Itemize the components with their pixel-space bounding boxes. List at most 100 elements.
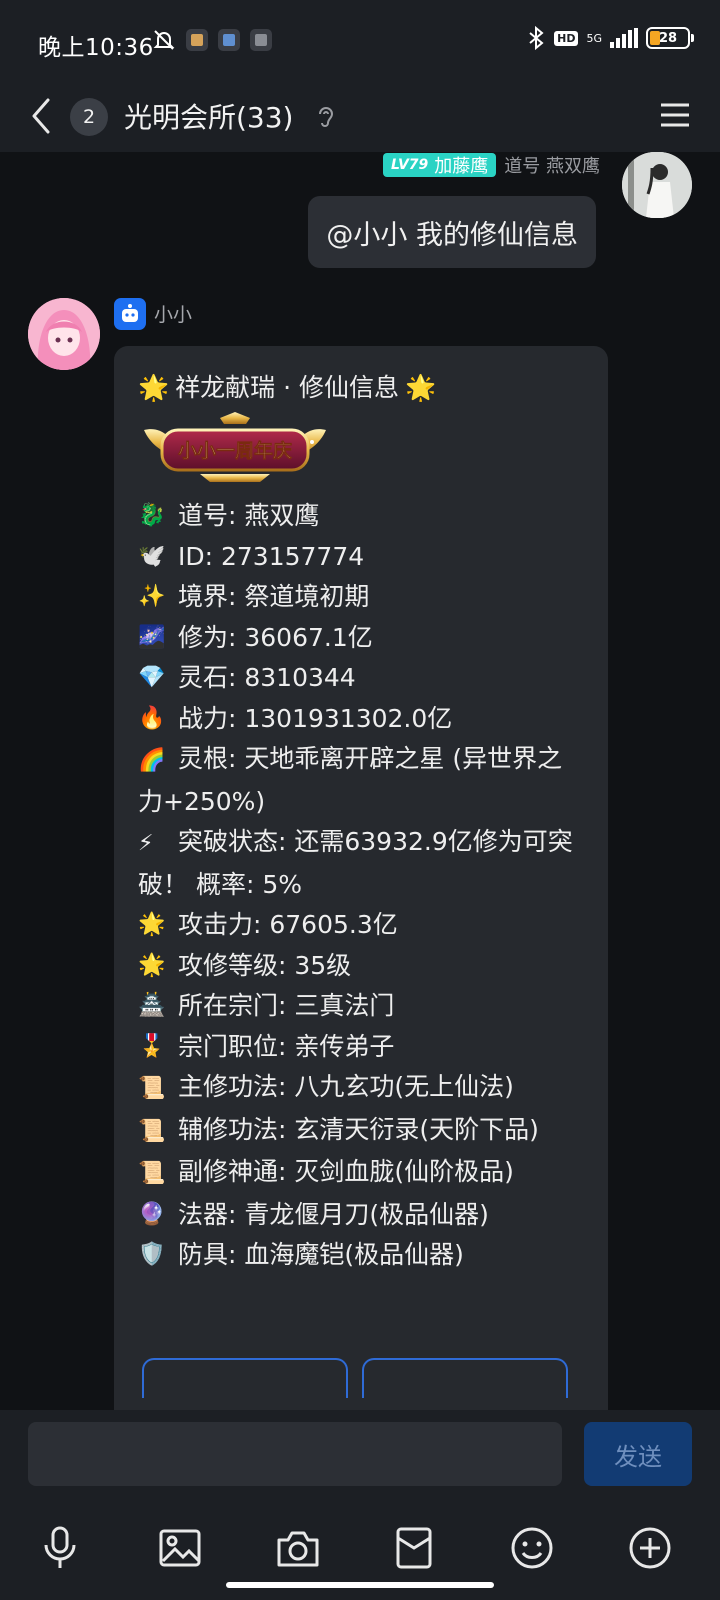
info-text: 法器: 青龙偃月刀(极品仙器) bbox=[178, 1199, 489, 1229]
bot-action-button[interactable] bbox=[362, 1358, 568, 1398]
message-input[interactable] bbox=[28, 1422, 562, 1486]
emoji-button[interactable] bbox=[506, 1522, 558, 1574]
bot-name[interactable]: 小小 bbox=[154, 300, 192, 327]
info-line-breakthrough: ⚡ 突破状态: 还需63932.9亿修为可突破！ 概率: 5% bbox=[138, 822, 586, 905]
info-text: 宗门职位: 亲传弟子 bbox=[178, 1031, 395, 1061]
cultivation-info-list: 🐉 道号: 燕双鹰 🕊️ ID: 273157774 ✨ 境界: 祭道境初期 🌌 修为:… bbox=[138, 496, 586, 1276]
menu-button[interactable] bbox=[658, 98, 692, 132]
info-line-main-technique: 📜 主修功法: 八九玄功(无上仙法) bbox=[138, 1067, 586, 1110]
bluetooth-icon bbox=[529, 26, 544, 50]
self-avatar[interactable] bbox=[622, 152, 692, 218]
medal-icon: 🎖️ bbox=[138, 1033, 166, 1059]
anime-girl-avatar bbox=[28, 298, 100, 370]
bell-muted-icon bbox=[153, 30, 175, 50]
star-icon: 🌟 bbox=[138, 952, 166, 978]
crystal-ball-icon: 🔮 bbox=[138, 1201, 166, 1227]
info-text: ID: 273157774 bbox=[178, 541, 365, 571]
message-composer: 发送 bbox=[0, 1410, 720, 1600]
info-line-realm: ✨ 境界: 祭道境初期 bbox=[138, 577, 586, 618]
scroll-icon: 📜 bbox=[138, 1118, 166, 1144]
info-line-spirit-root: 🌈 灵根: 天地乖离开辟之星 (异世界之力+250%) bbox=[138, 739, 586, 822]
fire-icon: 🔥 bbox=[138, 705, 166, 731]
chevron-left-icon bbox=[32, 98, 50, 134]
lightning-icon: ⚡ bbox=[138, 831, 154, 856]
info-text: 辅修功法: 玄清天衍录(天阶下品) bbox=[178, 1114, 539, 1144]
network-type: 5G bbox=[586, 31, 602, 45]
star-icon: 🌟 bbox=[138, 912, 166, 937]
banner-text: 小小一周年庆 bbox=[178, 439, 292, 462]
unread-count-badge[interactable]: 2 bbox=[70, 98, 108, 136]
info-line-sect: 🏯 所在宗门: 三真法门 bbox=[138, 986, 586, 1027]
info-text: 境界: 祭道境初期 bbox=[178, 582, 370, 611]
level-tag: LV79 加藤鹰 bbox=[382, 153, 497, 177]
home-indicator[interactable] bbox=[226, 1582, 494, 1588]
sparkles-icon: ✨ bbox=[138, 584, 166, 609]
microphone-icon bbox=[44, 1526, 76, 1568]
camera-icon bbox=[277, 1531, 319, 1567]
info-text: 攻修等级: 35级 bbox=[178, 950, 352, 980]
self-sender-line: LV79 加藤鹰 道号 燕双鹰 bbox=[382, 152, 600, 178]
scroll-icon: 📜 bbox=[138, 1076, 166, 1101]
camera-button[interactable] bbox=[272, 1522, 324, 1574]
plus-circle-icon bbox=[629, 1527, 671, 1569]
back-button[interactable] bbox=[22, 94, 62, 138]
info-line-sect-position: 🎖️ 宗门职位: 亲传弟子 bbox=[138, 1027, 586, 1068]
info-text: 修为: 36067.1亿 bbox=[178, 622, 373, 652]
battery-icon: 28 bbox=[646, 27, 694, 49]
rainbow-icon: 🌈 bbox=[138, 748, 166, 773]
status-left-icons bbox=[152, 28, 272, 52]
hd-badge: HD bbox=[554, 30, 579, 46]
dragon-icon: 🐉 bbox=[138, 503, 166, 528]
info-line-daohao: 🐉 道号: 燕双鹰 bbox=[138, 496, 586, 537]
send-button[interactable]: 发送 bbox=[584, 1422, 692, 1486]
status-right: HD 5G 28 bbox=[526, 26, 694, 50]
avatar-figure bbox=[622, 152, 692, 218]
info-text: 所在宗门: 三真法门 bbox=[178, 991, 395, 1020]
anniversary-banner: 小小一周年庆 bbox=[144, 412, 326, 482]
more-button[interactable] bbox=[624, 1522, 676, 1574]
battery-level: 28 bbox=[658, 30, 678, 46]
info-text: 战力: 1301931302.0亿 bbox=[178, 703, 453, 733]
sender-title: 道号 燕双鹰 bbox=[504, 156, 600, 177]
composer-toolbar bbox=[0, 1522, 720, 1582]
bot-avatar[interactable] bbox=[28, 298, 100, 370]
self-message-bubble[interactable]: @小小 我的修仙信息 bbox=[308, 196, 596, 268]
level-value: LV79 bbox=[390, 157, 429, 173]
info-line-spirit-stone: 💎 灵石: 8310344 bbox=[138, 658, 586, 699]
notification-app-icon bbox=[218, 29, 240, 51]
chat-title[interactable]: 光明会所(33) bbox=[124, 96, 293, 136]
gem-icon: 💎 bbox=[138, 665, 166, 690]
notification-app-icon bbox=[250, 29, 272, 51]
red-packet-button[interactable] bbox=[388, 1522, 440, 1574]
chat-message-list[interactable]: LV79 加藤鹰 道号 燕双鹰 @小小 我的修仙信息 小小 🌟 祥龙献瑞 · 修… bbox=[0, 152, 720, 1410]
info-line-aux-technique: 📜 辅修功法: 玄清天衍录(天阶下品) bbox=[138, 1110, 586, 1153]
info-text: 灵石: 8310344 bbox=[178, 663, 356, 692]
bot-message-bubble[interactable]: 🌟 祥龙献瑞 · 修仙信息 🌟 小小一周年庆 🐉 道号: 燕双鹰 🕊️ ID: … bbox=[114, 346, 608, 1410]
shield-icon: 🛡️ bbox=[138, 1242, 166, 1267]
star-icon: 🌟 bbox=[138, 373, 170, 402]
bot-icon bbox=[114, 298, 146, 330]
info-text: 道号: 燕双鹰 bbox=[178, 501, 320, 530]
bot-action-button[interactable] bbox=[142, 1358, 348, 1398]
info-line-cultivation: 🌌 修为: 36067.1亿 bbox=[138, 618, 586, 659]
info-text: 防具: 血海魔铠(极品仙器) bbox=[178, 1240, 464, 1269]
group-nickname: 加藤鹰 bbox=[434, 156, 489, 177]
info-text: 攻击力: 67605.3亿 bbox=[178, 910, 398, 939]
info-line-attack-level: 🌟 攻修等级: 35级 bbox=[138, 946, 586, 987]
info-text: 副修神通: 灭剑血胧(仙阶极品) bbox=[178, 1157, 514, 1186]
milky-way-icon: 🌌 bbox=[138, 624, 166, 650]
dove-icon: 🕊️ bbox=[138, 543, 166, 569]
status-time: 晚上10:36 bbox=[38, 35, 154, 61]
info-text: 主修功法: 八九玄功(无上仙法) bbox=[178, 1072, 514, 1101]
info-text: 突破状态: 还需63932.9亿修为可突破！ 概率: 5% bbox=[138, 827, 573, 899]
signal-icon bbox=[610, 28, 638, 48]
bot-message-title: 🌟 祥龙献瑞 · 修仙信息 🌟 bbox=[138, 368, 586, 408]
bot-message-title-text: 祥龙献瑞 · 修仙信息 bbox=[175, 373, 399, 402]
image-button[interactable] bbox=[154, 1522, 206, 1574]
voice-button[interactable] bbox=[34, 1522, 86, 1574]
info-line-armor: 🛡️ 防具: 血海魔铠(极品仙器) bbox=[138, 1235, 586, 1276]
image-icon bbox=[159, 1529, 201, 1567]
ear-mode-icon[interactable] bbox=[316, 104, 336, 130]
info-line-divine-skill: 📜 副修神通: 灭剑血胧(仙阶极品) bbox=[138, 1152, 586, 1195]
red-packet-icon bbox=[396, 1527, 432, 1569]
